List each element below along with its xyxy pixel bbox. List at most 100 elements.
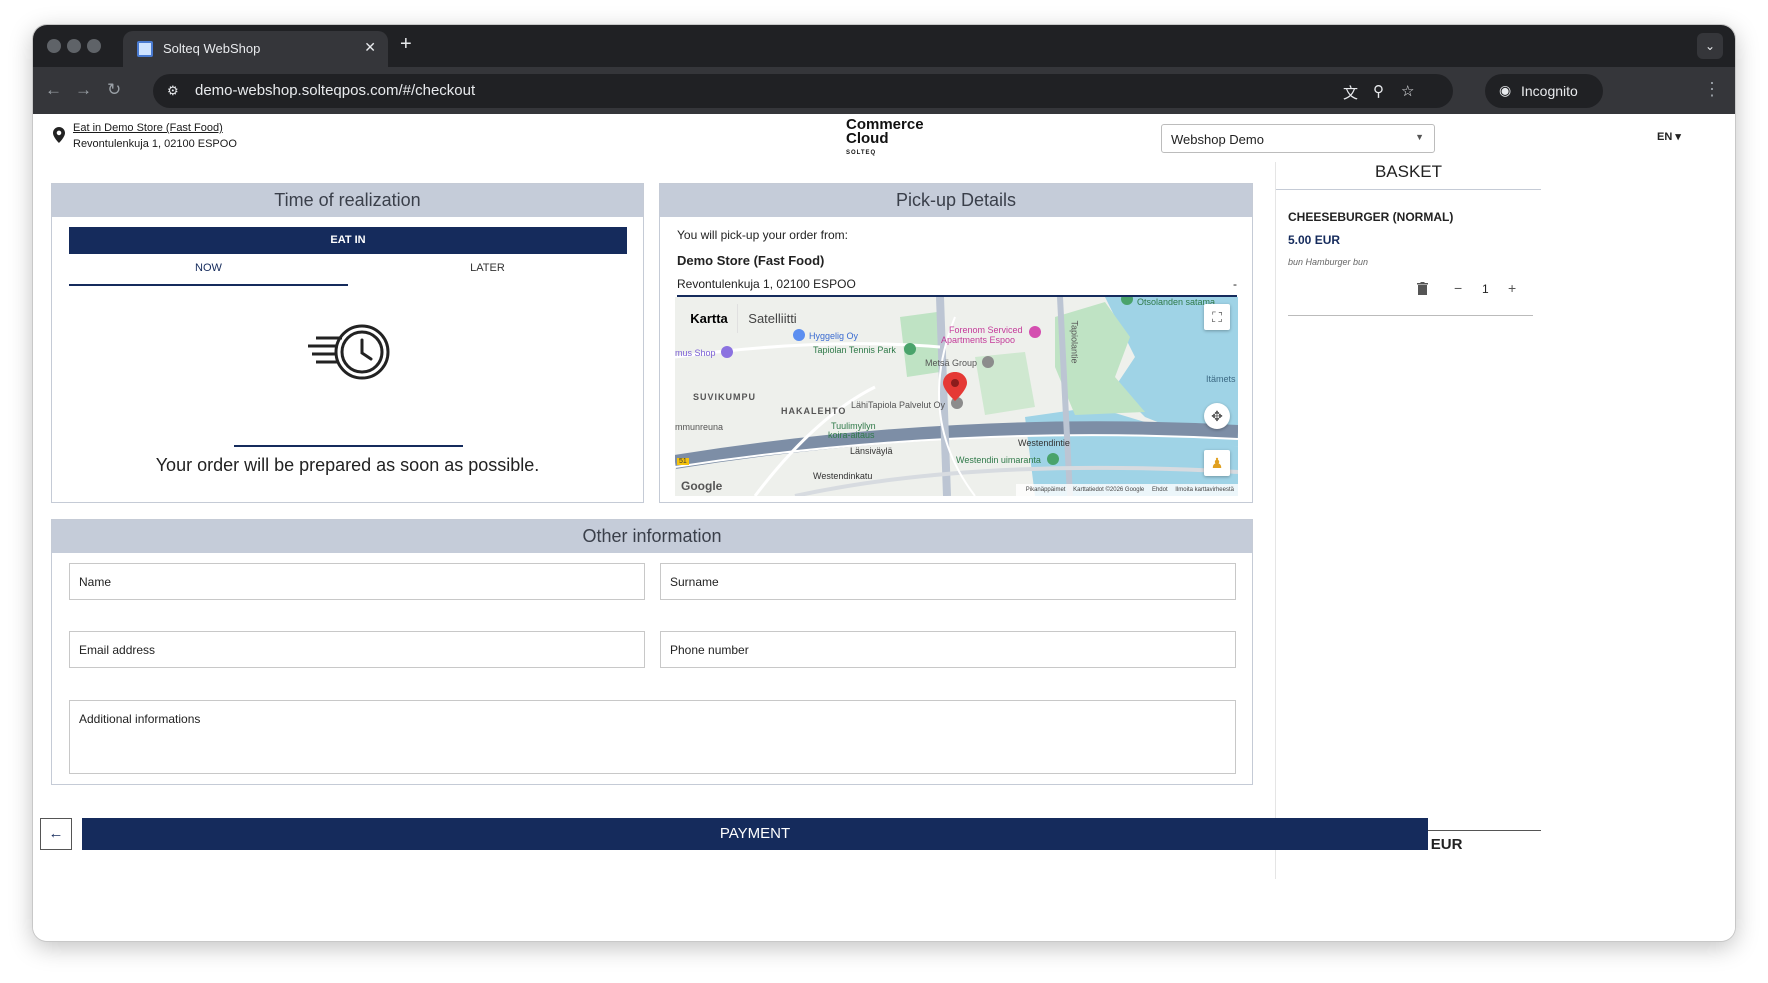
map-label-hakalehto: HAKALEHTO xyxy=(781,406,847,416)
map-label-metsa: Metsä Group xyxy=(925,358,978,368)
basket-item-note: bun Hamburger bun xyxy=(1288,257,1369,267)
map-label-lansivayla: Länsiväylä xyxy=(850,446,893,456)
maximize-window-button[interactable] xyxy=(87,39,101,53)
close-tab-icon[interactable]: ✕ xyxy=(364,39,376,56)
map-label-forenom-2: Apartments Espoo xyxy=(941,335,1016,345)
map-label-westendinkatu: Westendinkatu xyxy=(813,471,873,481)
browser-toolbar: ← → ↻ ⚙ demo-webshop.solteqpos.com/#/che… xyxy=(33,67,1735,114)
commerce-cloud-logo[interactable]: Commerce Cloud SOLTEQ xyxy=(846,117,924,160)
url-text: demo-webshop.solteqpos.com/#/checkout xyxy=(195,82,476,99)
eat-in-button[interactable]: EAT IN xyxy=(69,227,627,254)
item-quantity: 1 xyxy=(1482,282,1489,296)
map-road-51: 51 xyxy=(677,458,689,465)
name-field[interactable]: Name xyxy=(69,563,645,600)
forward-nav-icon[interactable]: → xyxy=(75,80,92,100)
basket-item-name: CHEESEBURGER (NORMAL) xyxy=(1288,210,1454,224)
pickup-address-suffix: - xyxy=(1233,277,1237,291)
bookmark-star-icon[interactable]: ☆ xyxy=(1401,82,1414,100)
map-shortcuts-link[interactable]: Pikanäppäimet xyxy=(1026,487,1066,493)
surname-field[interactable]: Surname xyxy=(660,563,1236,600)
map-tab-map[interactable]: Kartta xyxy=(681,304,737,333)
map-label-forenom: Forenom Serviced xyxy=(949,325,1023,335)
back-nav-icon[interactable]: ← xyxy=(45,80,62,100)
map-footer: Pikanäppäimet Karttatiedot ©2026 Google … xyxy=(1015,484,1238,496)
language-select[interactable]: EN ▾ xyxy=(1657,130,1681,143)
language-label: EN xyxy=(1657,131,1673,143)
incognito-label: Incognito xyxy=(1521,83,1578,99)
incognito-badge[interactable]: ◉ Incognito xyxy=(1485,74,1603,108)
map-label-westendin-uimaranta: Westendin uimaranta xyxy=(956,455,1041,465)
map-label-munreuna: mmunreuna xyxy=(675,422,724,432)
camera-control-icon[interactable]: ✥ xyxy=(1204,403,1230,429)
pickup-details-panel: Pick-up Details You will pick-up your or… xyxy=(659,183,1253,503)
preparation-message: Your order will be prepared as soon as p… xyxy=(155,455,540,475)
divider xyxy=(234,445,463,447)
basket-item-price: 5.00 EUR xyxy=(1288,233,1341,247)
increase-quantity-icon[interactable]: + xyxy=(1508,280,1516,296)
browser-window: Solteq WebShop ✕ + ⌄ ← → ↻ ⚙ demo-websho… xyxy=(33,25,1735,941)
pickup-intro: You will pick-up your order from: xyxy=(677,228,848,242)
map-label-koira-aitaus: koira-aitaus xyxy=(828,430,875,440)
tab-now[interactable]: NOW xyxy=(69,262,348,286)
tab-later[interactable]: LATER xyxy=(348,262,627,286)
translate-icon[interactable]: 文 xyxy=(1343,82,1358,103)
phone-field[interactable]: Phone number xyxy=(660,631,1236,668)
page-favicon-icon xyxy=(137,41,153,57)
map-label-westendintie: Westendintie xyxy=(1018,438,1070,448)
pickup-address: Revontulenkuja 1, 02100 ESPOO - xyxy=(677,277,1237,291)
map-label-hyggelig: Hyggelig Oy xyxy=(809,331,859,341)
reload-icon[interactable]: ↻ xyxy=(107,80,121,100)
pickup-store-name: Demo Store (Fast Food) xyxy=(677,253,825,268)
map-data-text: Karttatiedot ©2026 Google xyxy=(1073,487,1145,493)
tab-bar: Solteq WebShop ✕ + ⌄ xyxy=(33,25,1735,67)
browser-tab[interactable]: Solteq WebShop ✕ xyxy=(123,31,388,67)
logo-line-3: SOLTEQ xyxy=(846,150,877,156)
tab-title: Solteq WebShop xyxy=(163,41,261,56)
decrease-quantity-icon[interactable]: − xyxy=(1454,280,1462,296)
map-label-suvikumpu: SUVIKUMPU xyxy=(693,392,757,402)
email-field[interactable]: Email address xyxy=(69,631,645,668)
map-report-link[interactable]: Ilmoita karttavirheestä xyxy=(1175,487,1234,493)
back-button[interactable]: ← xyxy=(40,818,72,850)
surname-placeholder: Surname xyxy=(670,575,719,589)
chevron-down-icon: ▼ xyxy=(1415,132,1424,142)
checkout-page: Eat in Demo Store (Fast Food) Revontulen… xyxy=(33,114,1735,941)
name-placeholder: Name xyxy=(79,575,112,589)
fullscreen-icon[interactable]: ⛶ xyxy=(1204,304,1230,330)
address-bar[interactable]: ⚙ demo-webshop.solteqpos.com/#/checkout … xyxy=(153,74,1453,108)
store-name-link[interactable]: Eat in Demo Store (Fast Food) xyxy=(73,122,223,134)
map-label-itametsa: Itämets xyxy=(1206,374,1236,384)
fast-clock-icon xyxy=(308,324,390,380)
other-information-panel: Other information Name Surname Email add… xyxy=(51,519,1253,785)
new-tab-icon[interactable]: + xyxy=(400,33,412,56)
time-of-realization-panel: Time of realization EAT IN NOW LATER You… xyxy=(51,183,644,503)
map-label-tapiolan-tennis: Tapiolan Tennis Park xyxy=(813,345,896,355)
minimize-window-button[interactable] xyxy=(67,39,81,53)
pickup-panel-title: Pick-up Details xyxy=(660,184,1252,217)
item-divider xyxy=(1288,315,1533,316)
zoom-icon[interactable]: ⚲ xyxy=(1373,82,1384,100)
phone-placeholder: Phone number xyxy=(670,643,749,657)
shop-select-value: Webshop Demo xyxy=(1171,132,1264,147)
trash-icon[interactable] xyxy=(1417,282,1428,298)
additional-info-field[interactable]: Additional informations xyxy=(69,700,1236,774)
basket-panel: BASKET CHEESEBURGER (NORMAL) 5.00 EUR bu… xyxy=(1275,162,1541,879)
incognito-icon: ◉ xyxy=(1499,82,1512,98)
logo-line-2: Cloud xyxy=(846,130,889,147)
shop-select[interactable]: Webshop Demo ▼ xyxy=(1161,124,1435,153)
pickup-address-text: Revontulenkuja 1, 02100 ESPOO xyxy=(677,277,856,291)
google-logo: Google xyxy=(681,479,723,493)
site-info-icon[interactable]: ⚙ xyxy=(167,83,179,99)
payment-button[interactable]: PAYMENT xyxy=(82,818,1428,850)
close-window-button[interactable] xyxy=(47,39,61,53)
tab-search-icon[interactable]: ⌄ xyxy=(1697,33,1723,59)
other-info-title: Other information xyxy=(52,520,1252,553)
map-label-lahitapiola: LähiTapiola Palvelut Oy xyxy=(851,400,946,410)
map-label-tapiolantie: Tapiolantie xyxy=(1069,320,1080,364)
map-tab-satellite[interactable]: Satelliitti xyxy=(737,304,807,333)
time-panel-title: Time of realization xyxy=(52,184,643,217)
map-terms-link[interactable]: Ehdot xyxy=(1152,487,1168,493)
browser-menu-icon[interactable]: ⋮ xyxy=(1703,79,1721,100)
pegman-icon[interactable]: ♟ xyxy=(1204,450,1230,476)
store-map[interactable]: Hyggelig Oy Tapiolan Tennis Park Forenom… xyxy=(675,297,1238,496)
